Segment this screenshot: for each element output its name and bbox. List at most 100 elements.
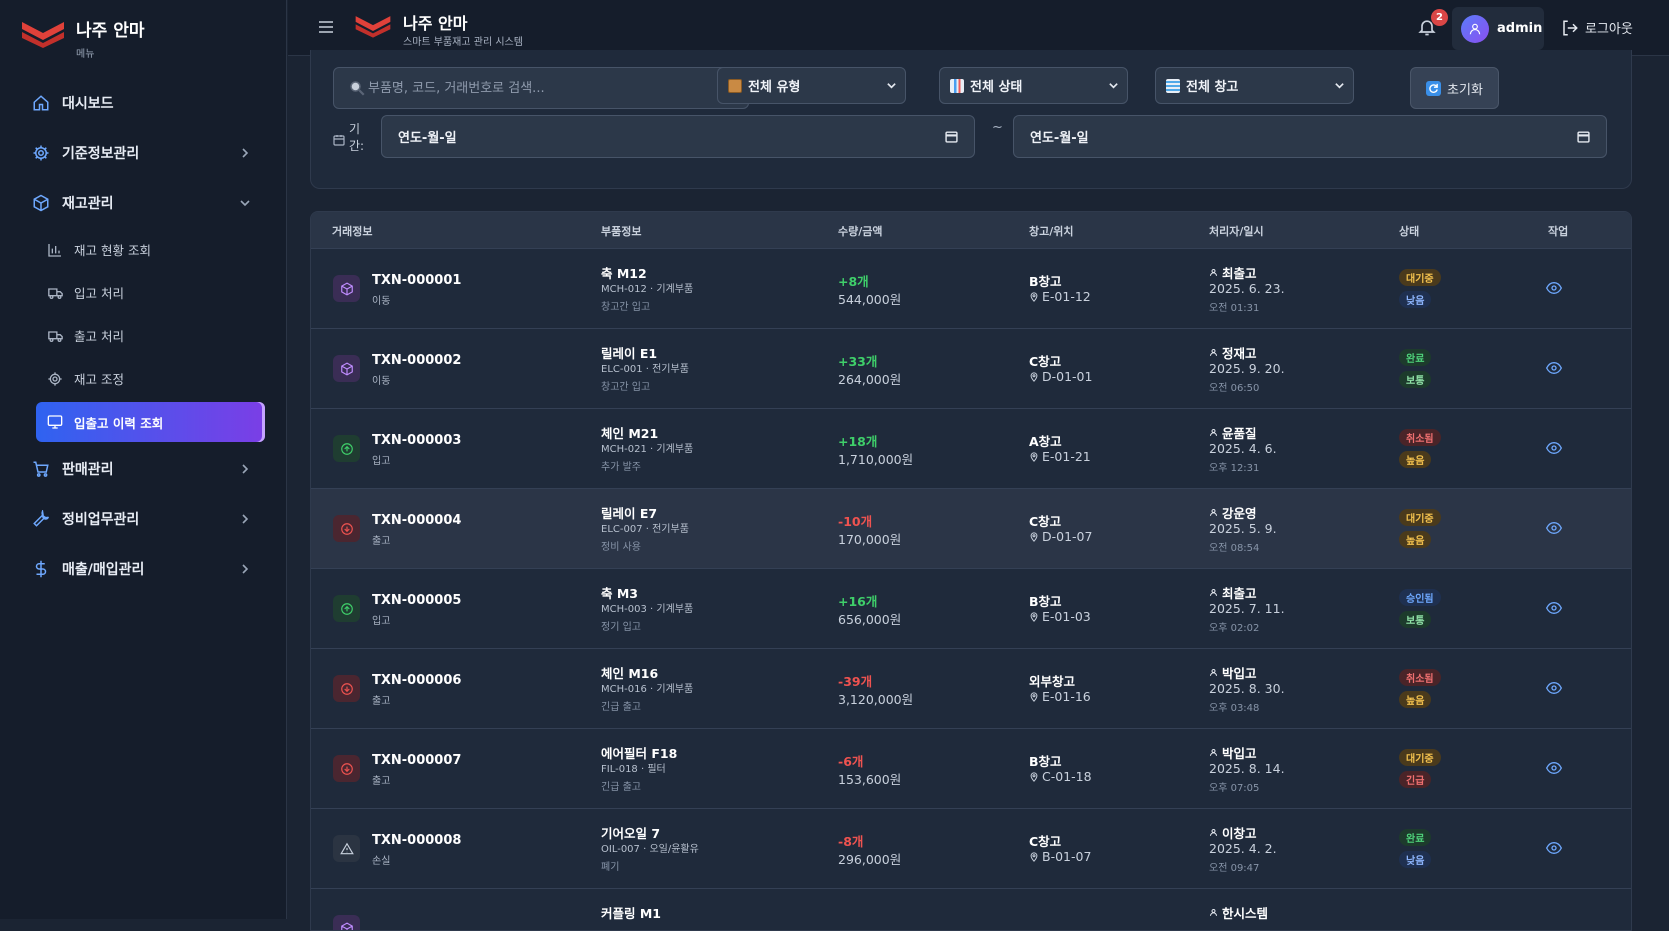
location-code: B-01-07 <box>1042 849 1092 864</box>
cube-icon <box>333 915 360 930</box>
location: E-01-12 <box>1029 289 1091 304</box>
table-row[interactable]: TXN-000003 입고 체인 M21 MCH-021 · 기계부품 추가 발… <box>311 408 1631 488</box>
priority-badge: 높음 <box>1399 451 1432 468</box>
status-select[interactable]: 전체 상태 <box>939 67 1128 104</box>
user-menu[interactable]: admin <box>1452 7 1544 50</box>
handler: 박입고 <box>1209 663 1257 682</box>
logout-button[interactable]: 로그아웃 <box>1561 18 1633 37</box>
txn-id[interactable]: TXN-000005 <box>372 593 461 608</box>
table-row[interactable]: TXN-000001 이동 축 M12 MCH-012 · 기계부품 창고간 입… <box>311 248 1631 328</box>
sidebar-subitem-history[interactable]: 입출고 이력 조회 <box>36 402 265 442</box>
sidebar-item-inventory[interactable]: 재고관리 <box>0 178 287 228</box>
txn-date: 2025. 8. 14. <box>1209 761 1285 776</box>
warehouse-select-value: 전체 창고 <box>1186 80 1239 95</box>
reset-button[interactable]: 초기화 <box>1410 67 1499 109</box>
location-code: E-01-16 <box>1042 689 1091 704</box>
amount: 264,000원 <box>838 372 902 387</box>
location-code: E-01-03 <box>1042 609 1091 624</box>
quantity: -39개 <box>838 674 873 689</box>
quantity: +8개 <box>838 274 869 289</box>
monitor-icon <box>46 413 64 431</box>
handler-name: 박입고 <box>1222 666 1257 681</box>
txn-type: 출고 <box>372 696 391 707</box>
location-code: E-01-21 <box>1042 449 1091 464</box>
part-code: MCH-012 · 기계부품 <box>601 284 694 295</box>
table-row[interactable]: TXN-000005 입고 축 M3 MCH-003 · 기계부품 정기 입고 … <box>311 568 1631 648</box>
warehouse: B창고 <box>1029 274 1062 289</box>
eye-icon[interactable] <box>1546 600 1562 616</box>
table-row[interactable]: TXN-000008 손실 기어오일 7 OIL-007 · 오일/윤활유 폐기… <box>311 808 1631 888</box>
part-code: ELC-007 · 전기부품 <box>601 524 689 535</box>
txn-id[interactable]: TXN-000001 <box>372 273 461 288</box>
date-from-input[interactable]: 연도-월-일 <box>381 115 975 158</box>
table-row[interactable]: TXN-000004 출고 릴레이 E7 ELC-007 · 전기부품 정비 사… <box>311 488 1631 568</box>
warehouse: C창고 <box>1029 834 1062 849</box>
date-to-input[interactable]: 연도-월-일 <box>1013 115 1607 158</box>
calendar-icon[interactable] <box>1577 130 1590 143</box>
location: D-01-07 <box>1029 529 1092 544</box>
warehouse: C창고 <box>1029 354 1062 369</box>
table-body: TXN-000001 이동 축 M12 MCH-012 · 기계부품 창고간 입… <box>311 248 1631 930</box>
menu-icon[interactable] <box>318 19 334 35</box>
table-row[interactable]: TXN-000007 출고 에어필터 F18 FIL-018 · 필터 긴급 출… <box>311 728 1631 808</box>
building-icon <box>1166 78 1180 93</box>
search-input[interactable] <box>368 80 728 96</box>
sidebar-item-master[interactable]: 기준정보관리 <box>0 128 287 178</box>
sidebar-item-sales[interactable]: 판매관리 <box>0 444 287 494</box>
amount: 1,710,000원 <box>838 452 914 467</box>
search-box[interactable] <box>333 67 749 109</box>
txn-type: 입고 <box>372 616 391 627</box>
refresh-icon <box>1426 80 1442 96</box>
txn-time: 오전 01:31 <box>1209 303 1260 314</box>
arrow-down-circle-icon <box>333 515 360 542</box>
handler: 강운영 <box>1209 503 1257 522</box>
user-icon <box>1210 669 1217 676</box>
type-select[interactable]: 전체 유형 <box>717 67 906 104</box>
eye-icon[interactable] <box>1546 840 1562 856</box>
sidebar-item-maintenance[interactable]: 정비업무관리 <box>0 494 287 544</box>
table-row[interactable]: TXN-000006 출고 체인 M16 MCH-016 · 기계부품 긴급 출… <box>311 648 1631 728</box>
sidebar-subitem-inbound[interactable]: 입고 처리 <box>0 271 287 314</box>
logo-icon <box>355 16 391 38</box>
calendar-icon[interactable] <box>945 130 958 143</box>
map-pin-icon <box>1030 531 1038 542</box>
sidebar-item-dashboard[interactable]: 대시보드 <box>0 78 287 128</box>
search-icon <box>350 81 365 96</box>
txn-id[interactable]: TXN-000002 <box>372 353 461 368</box>
sidebar-subitem-label: 출고 처리 <box>74 329 124 344</box>
sidebar-subitem-label: 입고 처리 <box>74 286 124 301</box>
eye-icon[interactable] <box>1546 760 1562 776</box>
brand[interactable]: 나주 안마 메뉴 <box>20 14 144 60</box>
status-badge: 취소됨 <box>1399 429 1441 446</box>
sidebar-subitem-stock-status[interactable]: 재고 현황 조회 <box>0 228 287 271</box>
txn-time: 오후 02:02 <box>1209 623 1260 634</box>
eye-icon[interactable] <box>1546 360 1562 376</box>
part-code: OIL-007 · 오일/윤활유 <box>601 844 699 855</box>
sidebar-subitem-adjust[interactable]: 재고 조정 <box>0 357 287 400</box>
quantity: -8개 <box>838 834 864 849</box>
priority-badge: 높음 <box>1399 531 1432 548</box>
warehouse-select[interactable]: 전체 창고 <box>1155 67 1354 104</box>
txn-id[interactable]: TXN-000003 <box>372 433 461 448</box>
sidebar-item-finance[interactable]: 매출/매입관리 <box>0 544 287 594</box>
eye-icon[interactable] <box>1546 440 1562 456</box>
map-pin-icon <box>1030 851 1038 862</box>
eye-icon[interactable] <box>1546 520 1562 536</box>
txn-id[interactable]: TXN-000006 <box>372 673 461 688</box>
eye-icon[interactable] <box>1546 680 1562 696</box>
table-row[interactable]: 커플링 M1 한시스템 <box>311 888 1631 930</box>
handler-name: 최출고 <box>1222 266 1257 281</box>
txn-id[interactable]: TXN-000004 <box>372 513 461 528</box>
txn-id[interactable]: TXN-000008 <box>372 833 461 848</box>
table-row[interactable]: TXN-000002 이동 릴레이 E1 ELC-001 · 전기부품 창고간 … <box>311 328 1631 408</box>
period-label: 기간: <box>349 122 365 153</box>
sidebar-subitem-outbound[interactable]: 출고 처리 <box>0 314 287 357</box>
chart-icon <box>950 78 964 93</box>
avatar <box>1461 14 1489 43</box>
sidebar-item-label: 기준정보관리 <box>62 146 140 162</box>
eye-icon[interactable] <box>1546 280 1562 296</box>
app-title: 나주 안마 <box>403 14 468 33</box>
map-pin-icon <box>1030 291 1038 302</box>
txn-id[interactable]: TXN-000007 <box>372 753 461 768</box>
status-select-value: 전체 상태 <box>970 80 1023 95</box>
